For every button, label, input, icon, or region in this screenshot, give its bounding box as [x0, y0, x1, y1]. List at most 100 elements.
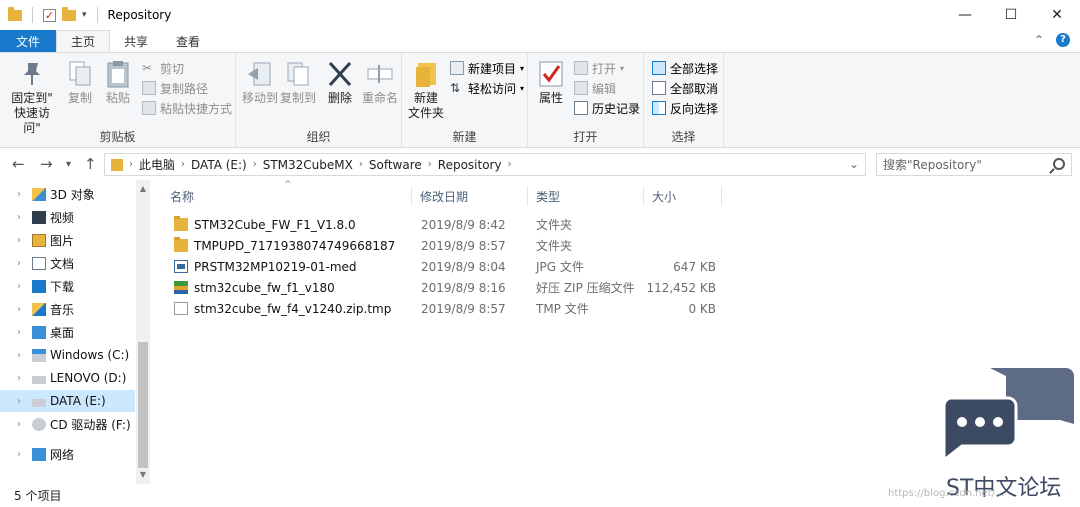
breadcrumb-data-drive[interactable]: DATA (E:) — [191, 158, 247, 172]
help-icon[interactable]: ? — [1056, 33, 1070, 47]
edit-button[interactable]: 编辑 — [574, 79, 616, 97]
move-to-button[interactable]: 移动到 — [240, 59, 280, 106]
sidebar-item-videos[interactable]: › 视频 — [0, 206, 135, 228]
sidebar-item-documents[interactable]: › 文档 — [0, 252, 135, 274]
chevron-right-icon[interactable]: › — [10, 350, 28, 361]
cut-button[interactable]: ✂ 剪切 — [142, 59, 184, 77]
tab-file[interactable]: 文件 — [0, 30, 56, 52]
search-input[interactable]: 搜索"Repository" — [876, 153, 1072, 176]
new-folder-label-2: 文件夹 — [407, 106, 444, 120]
breadcrumb-stm32cubemx[interactable]: STM32CubeMX — [263, 158, 353, 172]
scroll-up-icon[interactable]: ▲ — [136, 184, 150, 193]
select-none-button[interactable]: 全部取消 — [652, 79, 718, 97]
properties-button[interactable]: 属性 — [534, 59, 568, 106]
chevron-right-icon[interactable]: › — [10, 396, 28, 407]
copy-button[interactable]: 复制 — [64, 59, 96, 106]
chevron-right-icon[interactable]: › — [10, 327, 28, 338]
sidebar-item-label: 音乐 — [50, 302, 75, 317]
breadcrumb-this-pc[interactable]: 此电脑 — [139, 156, 175, 173]
chevron-right-icon[interactable]: › — [428, 159, 432, 170]
column-header-type[interactable]: 类型 — [530, 186, 644, 206]
select-none-icon — [652, 81, 666, 95]
pin-quick-access-button[interactable]: 固定到" 快速访问" — [6, 59, 58, 136]
recent-locations-chevron-icon[interactable]: ▾ — [66, 159, 71, 170]
scroll-thumb[interactable] — [138, 342, 148, 468]
chevron-right-icon[interactable]: › — [10, 235, 28, 246]
tab-home[interactable]: 主页 — [56, 30, 111, 52]
rename-button[interactable]: 重命名 — [360, 59, 400, 106]
sidebar-item-music[interactable]: › 音乐 — [0, 298, 135, 320]
tab-view[interactable]: 查看 — [162, 30, 214, 52]
sidebar-item-label: 视频 — [50, 210, 75, 225]
paste-button[interactable]: 粘贴 — [102, 59, 134, 106]
chevron-right-icon[interactable]: › — [253, 159, 257, 170]
search-icon[interactable] — [1053, 158, 1065, 170]
chevron-right-icon[interactable]: › — [10, 419, 28, 430]
column-header-name[interactable]: 名称 — [164, 186, 412, 206]
chevron-right-icon[interactable]: › — [10, 212, 28, 223]
chevron-right-icon[interactable]: › — [181, 159, 185, 170]
close-button[interactable]: ✕ — [1034, 0, 1080, 30]
address-dropdown-chevron-icon[interactable]: ⌄ — [849, 157, 859, 171]
chevron-right-icon[interactable]: › — [10, 189, 28, 200]
chevron-right-icon[interactable]: › — [129, 159, 133, 170]
open-button[interactable]: 打开 ▾ — [574, 59, 624, 77]
sidebar-scrollbar[interactable]: ▲ ▼ — [136, 180, 150, 484]
new-folder-icon[interactable] — [62, 6, 76, 21]
open-icon — [574, 61, 588, 75]
maximize-button[interactable]: ☐ — [988, 0, 1034, 30]
chevron-right-icon[interactable]: › — [10, 449, 28, 460]
file-type: JPG 文件 — [536, 260, 584, 274]
scroll-down-icon[interactable]: ▼ — [136, 470, 150, 479]
breadcrumb-repository[interactable]: Repository — [438, 158, 502, 172]
sidebar-item-windows-c[interactable]: › Windows (C:) — [0, 344, 135, 366]
copy-to-button[interactable]: 复制到 — [278, 59, 318, 106]
history-button[interactable]: 历史记录 — [574, 99, 640, 117]
file-row[interactable]: TMPUPD_7171938074749668187 2019/8/9 8:57… — [170, 235, 730, 256]
paste-shortcut-button[interactable]: 粘贴快捷方式 — [142, 99, 232, 117]
sidebar-item-data-e[interactable]: › DATA (E:) — [0, 390, 135, 412]
new-item-button[interactable]: 新建项目 ▾ — [450, 59, 524, 77]
back-arrow-icon[interactable]: ← — [12, 155, 25, 173]
delete-button[interactable]: 删除 — [324, 59, 356, 106]
file-row[interactable]: stm32cube_fw_f4_v1240.zip.tmp 2019/8/9 8… — [170, 298, 730, 319]
sidebar-item-desktop[interactable]: › 桌面 — [0, 321, 135, 343]
sidebar-item-lenovo-d[interactable]: › LENOVO (D:) — [0, 367, 135, 389]
sidebar-item-3d-objects[interactable]: › 3D 对象 — [0, 183, 135, 205]
new-group-label: 新建 — [452, 130, 477, 144]
new-folder-icon — [416, 63, 436, 87]
properties-check-icon[interactable]: ✓ — [43, 8, 56, 22]
forward-arrow-icon[interactable]: → — [40, 155, 53, 173]
new-folder-button[interactable]: 新建 文件夹 — [406, 59, 446, 121]
file-row[interactable]: stm32cube_fw_f1_v180 2019/8/9 8:16 好压 ZI… — [170, 277, 730, 298]
divider — [32, 7, 33, 23]
column-header-modified[interactable]: 修改日期 — [414, 186, 528, 206]
copy-path-button[interactable]: 复制路径 — [142, 79, 208, 97]
invert-selection-button[interactable]: 反向选择 — [652, 99, 718, 117]
file-name: TMPUPD_7171938074749668187 — [194, 238, 396, 253]
chevron-right-icon[interactable]: › — [359, 159, 363, 170]
chevron-right-icon[interactable]: › — [10, 281, 28, 292]
minimize-button[interactable]: — — [942, 0, 988, 30]
file-size — [646, 235, 716, 256]
column-header-size[interactable]: 大小 — [646, 186, 722, 206]
file-row[interactable]: STM32Cube_FW_F1_V1.8.0 2019/8/9 8:42 文件夹 — [170, 214, 730, 235]
file-row[interactable]: PRSTM32MP10219-01-med 2019/8/9 8:04 JPG … — [170, 256, 730, 277]
chevron-right-icon[interactable]: › — [10, 373, 28, 384]
sidebar-item-network[interactable]: › 网络 — [0, 443, 135, 465]
up-arrow-icon[interactable]: ↑ — [84, 155, 97, 173]
cd-drive-icon — [32, 417, 46, 431]
sidebar-item-downloads[interactable]: › 下载 — [0, 275, 135, 297]
address-bar[interactable]: › 此电脑 › DATA (E:) › STM32CubeMX › Softwa… — [104, 153, 866, 176]
customize-quick-access-icon[interactable]: ▾ — [82, 10, 87, 20]
chevron-right-icon[interactable]: › — [508, 159, 512, 170]
chevron-right-icon[interactable]: › — [10, 258, 28, 269]
tab-share[interactable]: 共享 — [110, 30, 162, 52]
chevron-right-icon[interactable]: › — [10, 304, 28, 315]
sidebar-item-pictures[interactable]: › 图片 — [0, 229, 135, 251]
sidebar-item-cd-drive-f[interactable]: › CD 驱动器 (F:) — [0, 413, 135, 435]
select-all-button[interactable]: 全部选择 — [652, 59, 718, 77]
ribbon-expand-icon[interactable]: ⌃ — [1034, 33, 1044, 47]
breadcrumb-software[interactable]: Software — [369, 158, 422, 172]
easy-access-button[interactable]: ⇅ 轻松访问 ▾ — [450, 79, 524, 97]
